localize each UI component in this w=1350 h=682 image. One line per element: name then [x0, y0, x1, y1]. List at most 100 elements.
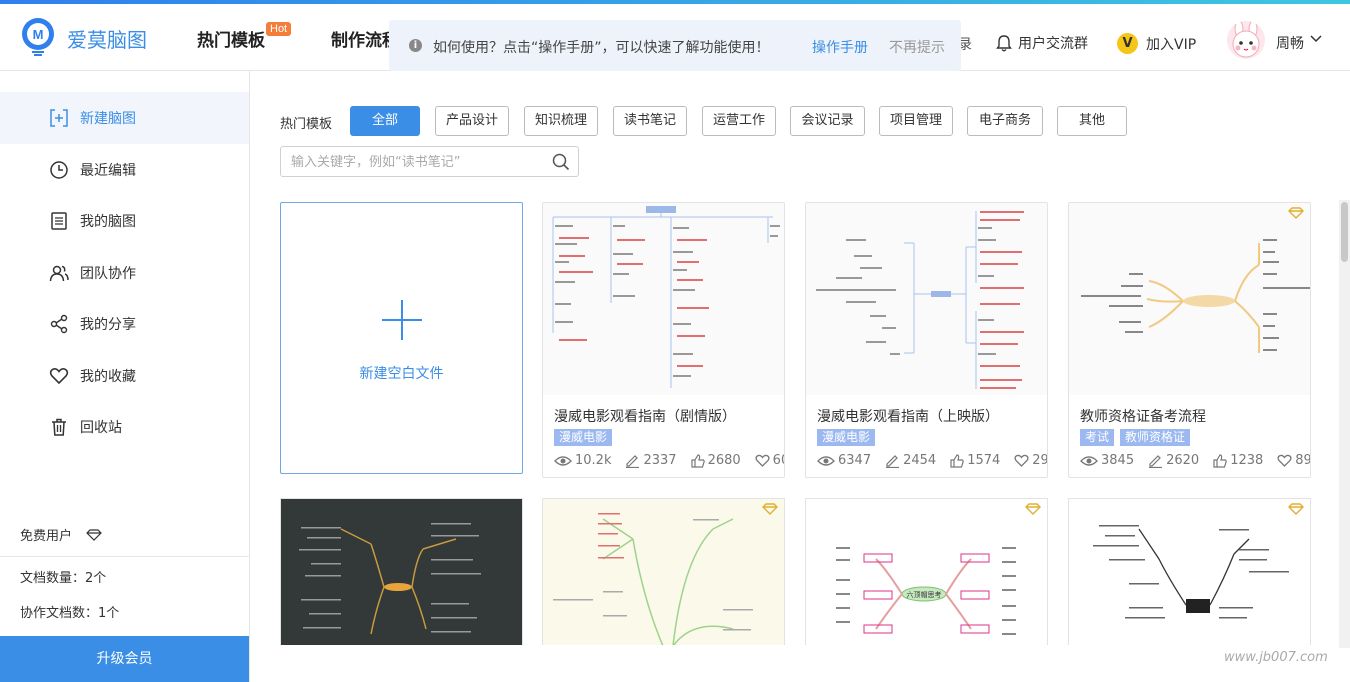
diamond-icon [86, 528, 102, 541]
likes-stat[interactable]: 1238 [1213, 453, 1263, 468]
sidebar-item-my-mindmaps[interactable]: 我的脑图 [0, 195, 249, 247]
sidebar-item-label: 我的收藏 [80, 369, 136, 385]
join-vip-label: 加入VIP [1146, 36, 1197, 53]
views-stat: 6347 [817, 453, 871, 468]
new-blank-file-card[interactable]: 新建空白文件 [280, 202, 523, 474]
sidebar-item-recent[interactable]: 最近编辑 [0, 144, 249, 196]
mindmap-preview-image [299, 523, 481, 635]
filter-all-button[interactable]: 全部 [350, 106, 420, 136]
template-thumbnail [543, 203, 784, 395]
sidebar-item-label: 我的脑图 [80, 214, 136, 230]
template-title: 教师资格证备考流程 [1080, 409, 1206, 425]
template-tag[interactable]: 漫威电影 [554, 429, 613, 446]
likes-stat[interactable]: 2680 [690, 453, 741, 468]
filter-product-design-button[interactable]: 产品设计 [435, 106, 509, 136]
views-stat: 10.2k [554, 453, 611, 468]
template-card[interactable]: 教师资格证备考流程 考试 教师资格证 3845 2620 1238 896 [1068, 202, 1311, 478]
heart-icon [755, 454, 770, 467]
manual-link[interactable]: 操作手册 [812, 37, 868, 57]
sidebar-item-trash[interactable]: 回收站 [0, 401, 249, 453]
filter-knowledge-button[interactable]: 知识梳理 [524, 106, 598, 136]
filter-reading-notes-button[interactable]: 读书笔记 [613, 106, 687, 136]
favorites-stat[interactable]: 601 [755, 453, 784, 468]
favorites-stat[interactable]: 294 [1014, 453, 1047, 468]
sidebar-item-share[interactable]: 我的分享 [0, 298, 249, 350]
username[interactable]: 周畅 [1276, 33, 1304, 53]
sidebar-item-label: 团队协作 [80, 266, 136, 282]
filter-other-button[interactable]: 其他 [1057, 106, 1127, 136]
dismiss-notice-button[interactable]: 不再提示 [889, 37, 945, 57]
heart-icon [1277, 454, 1292, 467]
likes-count: 2680 [707, 453, 741, 468]
watermark: www.jb007.com [1224, 650, 1328, 665]
nav-hot-templates[interactable]: 热门模板 [197, 26, 265, 51]
likes-stat[interactable]: 1574 [950, 453, 1000, 468]
edit-icon [886, 454, 900, 468]
template-thumbnail [1069, 203, 1310, 395]
chevron-down-icon[interactable] [1309, 34, 1323, 44]
clock-icon [50, 161, 68, 179]
favorites-count: 601 [772, 453, 784, 468]
brand-logo-icon[interactable]: M [20, 16, 56, 56]
upgrade-button[interactable]: 升级会员 [0, 636, 249, 682]
edit-icon [1149, 454, 1163, 468]
edits-count: 2337 [643, 453, 677, 468]
template-thumbnail [806, 203, 1047, 395]
template-card[interactable]: 六顶帽思考 [805, 498, 1048, 645]
divider [0, 556, 249, 557]
search-box [280, 146, 579, 177]
favorites-stat[interactable]: 896 [1277, 453, 1311, 468]
template-tag[interactable]: 漫威电影 [817, 429, 876, 446]
edits-stat: 2454 [885, 453, 936, 468]
edits-stat: 2620 [1148, 453, 1199, 468]
edit-icon [626, 454, 640, 468]
user-group-link[interactable]: 用户交流群 [996, 33, 1088, 53]
likes-count: 1238 [1230, 453, 1264, 468]
document-icon [51, 212, 67, 230]
doc-count: 文档数量：2个 [20, 571, 107, 586]
template-card[interactable] [280, 498, 523, 645]
filter-project-mgmt-button[interactable]: 项目管理 [879, 106, 953, 136]
membership-status: 免费用户 [20, 525, 102, 544]
filter-ecommerce-button[interactable]: 电子商务 [967, 106, 1043, 136]
template-tags: 漫威电影 [817, 429, 876, 446]
join-vip-link[interactable]: V 加入VIP [1117, 33, 1196, 54]
edits-count: 2454 [903, 453, 937, 468]
template-card[interactable] [542, 498, 785, 645]
sidebar-item-favorites[interactable]: 我的收藏 [0, 350, 249, 402]
center-node-label: 六顶帽思考 [907, 590, 942, 599]
views-count: 3845 [1101, 453, 1135, 468]
sidebar-item-label: 回收站 [80, 420, 122, 436]
template-card[interactable]: 漫威电影观看指南（上映版） 漫威电影 6347 2454 1574 294 [805, 202, 1048, 478]
search-icon[interactable] [552, 153, 570, 171]
views-stat: 3845 [1080, 453, 1134, 468]
sidebar-item-team[interactable]: 团队协作 [0, 247, 249, 299]
template-tag[interactable]: 考试 [1080, 429, 1115, 446]
template-card[interactable] [1068, 498, 1311, 645]
views-count: 10.2k [575, 453, 612, 468]
template-tag[interactable]: 教师资格证 [1120, 429, 1191, 446]
eye-icon [1080, 455, 1098, 466]
eye-icon [554, 455, 572, 466]
views-count: 6347 [838, 453, 872, 468]
main-content: 热门模板 全部 产品设计 知识梳理 读书笔记 运营工作 会议记录 项目管理 电子… [250, 71, 1350, 682]
sidebar-item-label: 新建脑图 [80, 111, 136, 127]
filter-meeting-notes-button[interactable]: 会议记录 [790, 106, 865, 136]
brand-name[interactable]: 爱莫脑图 [67, 24, 147, 53]
vertical-scrollbar[interactable] [1339, 200, 1350, 648]
info-icon: i [409, 39, 422, 52]
share-icon [50, 314, 68, 334]
mindmap-preview-image [1093, 525, 1289, 619]
template-card[interactable]: 漫威电影观看指南（剧情版） 漫威电影 10.2k 2337 2680 601 [542, 202, 785, 478]
favorites-count: 896 [1295, 453, 1311, 468]
filter-operations-button[interactable]: 运营工作 [702, 106, 776, 136]
vip-diamond-icon [1288, 503, 1304, 515]
sidebar-item-label: 最近编辑 [80, 163, 136, 179]
avatar[interactable] [1227, 21, 1265, 59]
search-input[interactable] [291, 152, 541, 172]
bunny-avatar-icon [1232, 21, 1260, 58]
sidebar-item-new-mindmap[interactable]: 新建脑图 [0, 92, 249, 144]
scrollbar-thumb[interactable] [1341, 202, 1348, 262]
vip-diamond-icon [1288, 207, 1304, 219]
template-tags: 考试 教师资格证 [1080, 429, 1191, 446]
